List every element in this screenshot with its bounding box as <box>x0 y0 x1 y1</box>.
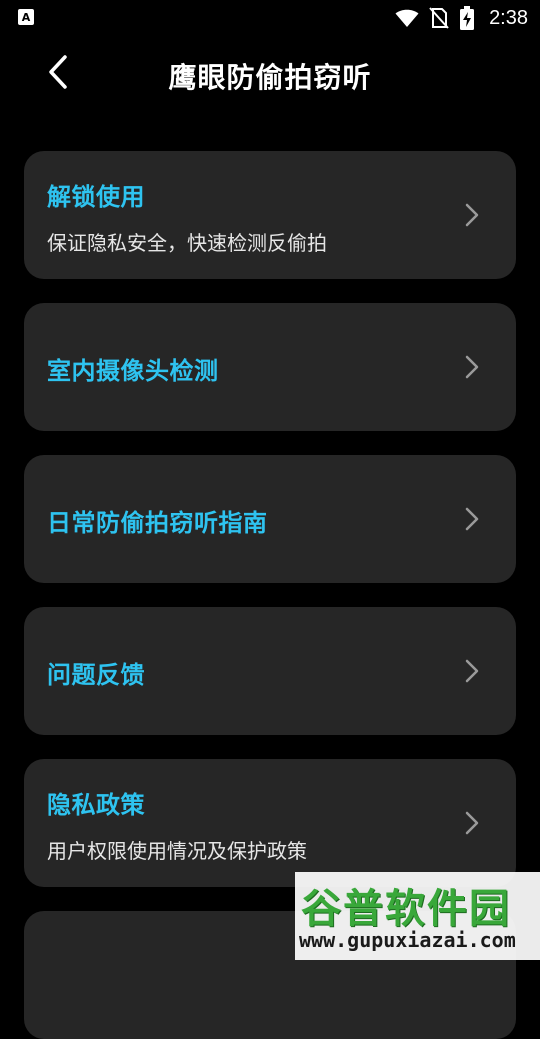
status-bar: A 2:38 <box>0 0 540 36</box>
battery-charging-icon <box>460 6 475 30</box>
watermark-brand: 谷普软件园 <box>301 886 511 932</box>
menu-item-guide[interactable]: 日常防偷拍窃听指南 <box>24 455 516 583</box>
wifi-icon <box>395 9 419 27</box>
chevron-right-icon <box>465 507 479 531</box>
notification-badge-label: A <box>21 10 31 24</box>
chevron-right-icon <box>465 203 479 227</box>
menu-item-subtitle: 用户权限使用情况及保护政策 <box>47 839 307 863</box>
menu-item-camera-detection[interactable]: 室内摄像头检测 <box>24 303 516 431</box>
status-time: 2:38 <box>489 6 528 29</box>
menu-item-privacy-policy[interactable]: 隐私政策 用户权限使用情况及保护政策 <box>24 759 516 887</box>
app-bar: 鹰眼防偷拍窃听 <box>0 36 540 112</box>
chevron-right-icon <box>465 355 479 379</box>
menu-item-title: 解锁使用 <box>47 183 145 211</box>
chevron-right-icon <box>465 811 479 835</box>
menu-item-title: 隐私政策 <box>47 791 145 819</box>
menu-item-feedback[interactable]: 问题反馈 <box>24 607 516 735</box>
status-icons: 2:38 <box>395 4 528 32</box>
notification-app-icon: A <box>18 9 34 25</box>
menu-item-subtitle: 保证隐私安全，快速检测反偷拍 <box>47 231 327 255</box>
page-title: 鹰眼防偷拍窃听 <box>168 61 372 94</box>
menu-item-title: 问题反馈 <box>47 661 145 689</box>
menu-item-title: 室内摄像头检测 <box>47 357 219 385</box>
chevron-right-icon <box>465 659 479 683</box>
watermark: 谷普软件园 www.gupuxiazai.com <box>295 872 540 960</box>
no-sim-icon <box>429 7 449 29</box>
watermark-url: www.gupuxiazai.com <box>299 928 516 952</box>
menu-item-unlock[interactable]: 解锁使用 保证隐私安全，快速检测反偷拍 <box>24 151 516 279</box>
menu-item-title: 日常防偷拍窃听指南 <box>47 509 268 537</box>
